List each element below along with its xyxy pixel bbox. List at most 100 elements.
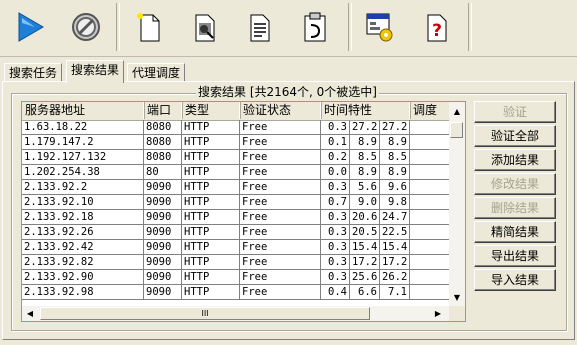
cell-verify-status: Free xyxy=(240,225,321,240)
cell-scheduling xyxy=(410,225,452,240)
table-row[interactable]: 1.63.18.22 8080 HTTP Free 0.3 27.2 27.2 xyxy=(22,120,452,135)
stop-button[interactable] xyxy=(64,4,108,50)
cell-verify-status: Free xyxy=(240,270,321,285)
cell-server-address: 2.133.92.26 xyxy=(22,225,144,240)
cell-server-address: 2.133.92.42 xyxy=(22,240,144,255)
header-time-characteristics[interactable]: 时间特性 xyxy=(321,102,411,119)
cell-type: HTTP xyxy=(182,135,240,150)
cell-scheduling xyxy=(410,150,452,165)
header-scheduling[interactable]: 调度 xyxy=(410,102,452,119)
stop-sign-icon xyxy=(72,13,100,41)
header-verify-status[interactable]: 验证状态 xyxy=(240,102,322,119)
scroll-right-icon[interactable]: ▶ xyxy=(430,306,446,321)
cell-verify-status: Free xyxy=(240,195,321,210)
cell-verify-status: Free xyxy=(240,150,321,165)
new-button[interactable] xyxy=(127,4,171,50)
start-search-button[interactable] xyxy=(8,4,52,50)
cell-time-3: 9.8 xyxy=(380,195,410,210)
new-document-icon xyxy=(137,13,160,42)
cell-time-1: 0.0 xyxy=(321,165,350,180)
cell-time-3: 26.2 xyxy=(380,270,410,285)
cell-time-3: 8.9 xyxy=(380,165,410,180)
cell-time-2: 5.6 xyxy=(350,180,380,195)
cell-time-1: 0.2 xyxy=(321,150,350,165)
cell-server-address: 1.179.147.2 xyxy=(22,135,144,150)
table-row[interactable]: 2.133.92.18 9090 HTTP Free 0.3 20.6 24.7 xyxy=(22,210,452,225)
cell-type: HTTP xyxy=(182,180,240,195)
cell-type: HTTP xyxy=(182,195,240,210)
cell-type: HTTP xyxy=(182,210,240,225)
cell-time-3: 22.5 xyxy=(380,225,410,240)
cell-time-1: 0.3 xyxy=(321,255,350,270)
table-row[interactable]: 1.179.147.2 8080 HTTP Free 0.1 8.9 8.9 xyxy=(22,135,452,150)
cell-port: 9090 xyxy=(144,195,182,210)
action-button-1[interactable]: 验证全部 xyxy=(474,125,556,147)
scroll-left-icon[interactable]: ◀ xyxy=(22,306,38,321)
action-button-4[interactable]: 删除结果 xyxy=(474,197,556,219)
tab-search-results[interactable]: 搜索结果 xyxy=(66,60,125,83)
table-row[interactable]: 2.133.92.82 9090 HTTP Free 0.3 17.2 17.2 xyxy=(22,255,452,270)
action-button-7[interactable]: 导入结果 xyxy=(474,269,556,291)
horizontal-scrollbar[interactable]: ◀ III ▶ xyxy=(22,306,449,321)
cell-time-1: 0.3 xyxy=(321,180,350,195)
table-row[interactable]: 2.133.92.2 9090 HTTP Free 0.3 5.6 9.6 xyxy=(22,180,452,195)
cell-scheduling xyxy=(410,255,452,270)
search-document-button[interactable] xyxy=(183,4,227,50)
cell-scheduling xyxy=(410,165,452,180)
cell-time-2: 17.2 xyxy=(350,255,380,270)
cell-server-address: 2.133.92.82 xyxy=(22,255,144,270)
cell-verify-status: Free xyxy=(240,240,321,255)
action-button-6[interactable]: 导出结果 xyxy=(474,245,556,267)
action-button-2[interactable]: 添加结果 xyxy=(474,149,556,171)
tab-search-task[interactable]: 搜索任务 xyxy=(4,63,63,82)
cell-type: HTTP xyxy=(182,165,240,180)
cell-scheduling xyxy=(410,240,452,255)
cell-time-1: 0.3 xyxy=(321,225,350,240)
vertical-scrollbar[interactable]: ▲ ▼ xyxy=(449,102,465,306)
cell-type: HTTP xyxy=(182,120,240,135)
cell-port: 8080 xyxy=(144,120,182,135)
table-row[interactable]: 2.133.92.90 9090 HTTP Free 0.3 25.6 26.2 xyxy=(22,270,452,285)
clipboard-button[interactable] xyxy=(293,4,337,50)
table-row[interactable]: 2.133.92.10 9090 HTTP Free 0.7 9.0 9.8 xyxy=(22,195,452,210)
text-document-button[interactable] xyxy=(238,4,282,50)
header-port[interactable]: 端口 xyxy=(144,102,183,119)
table-row[interactable]: 1.192.127.132 8080 HTTP Free 0.2 8.5 8.5 xyxy=(22,150,452,165)
scroll-up-icon[interactable]: ▲ xyxy=(449,104,465,119)
cell-time-3: 15.4 xyxy=(380,240,410,255)
results-list[interactable]: 服务器地址 端口 类型 验证状态 时间特性 调度 1.63.18.22 8080 H… xyxy=(21,101,466,322)
header-server-address[interactable]: 服务器地址 xyxy=(22,102,145,119)
settings-button[interactable] xyxy=(358,4,402,50)
action-button-5[interactable]: 精简结果 xyxy=(474,221,556,243)
cell-server-address: 1.192.127.132 xyxy=(22,150,144,165)
cell-time-3: 8.9 xyxy=(380,135,410,150)
action-button-0[interactable]: 验证 xyxy=(474,101,556,123)
cell-time-2: 6.6 xyxy=(350,285,380,300)
cell-time-3: 27.2 xyxy=(380,120,410,135)
cell-time-3: 24.7 xyxy=(380,210,410,225)
cell-time-1: 0.3 xyxy=(321,240,350,255)
help-button[interactable]: ? xyxy=(415,4,459,50)
cell-server-address: 2.133.92.18 xyxy=(22,210,144,225)
cell-server-address: 2.133.92.10 xyxy=(22,195,144,210)
action-button-3[interactable]: 修改结果 xyxy=(474,173,556,195)
table-row[interactable]: 2.133.92.98 9090 HTTP Free 0.4 6.6 7.1 xyxy=(22,285,452,300)
table-row[interactable]: 2.133.92.42 9090 HTTP Free 0.3 15.4 15.4 xyxy=(22,240,452,255)
cell-server-address: 2.133.92.98 xyxy=(22,285,144,300)
tab-proxy-scheduling[interactable]: 代理调度 xyxy=(127,63,186,82)
cell-scheduling xyxy=(410,120,452,135)
header-type[interactable]: 类型 xyxy=(182,102,241,119)
horizontal-scroll-thumb[interactable]: III xyxy=(40,307,370,320)
help-question-icon: ? xyxy=(427,14,447,42)
scroll-down-icon[interactable]: ▼ xyxy=(449,290,465,305)
table-row[interactable]: 1.202.254.38 80 HTTP Free 0.0 8.9 8.9 xyxy=(22,165,452,180)
cell-port: 9090 xyxy=(144,180,182,195)
toolbar: ? xyxy=(0,0,577,57)
cell-verify-status: Free xyxy=(240,120,321,135)
cell-port: 9090 xyxy=(144,285,182,300)
table-row[interactable]: 2.133.92.26 9090 HTTP Free 0.3 20.5 22.5 xyxy=(22,225,452,240)
cell-scheduling xyxy=(410,195,452,210)
cell-server-address: 1.202.254.38 xyxy=(22,165,144,180)
vertical-scroll-thumb[interactable] xyxy=(450,122,463,138)
cell-time-3: 7.1 xyxy=(380,285,410,300)
